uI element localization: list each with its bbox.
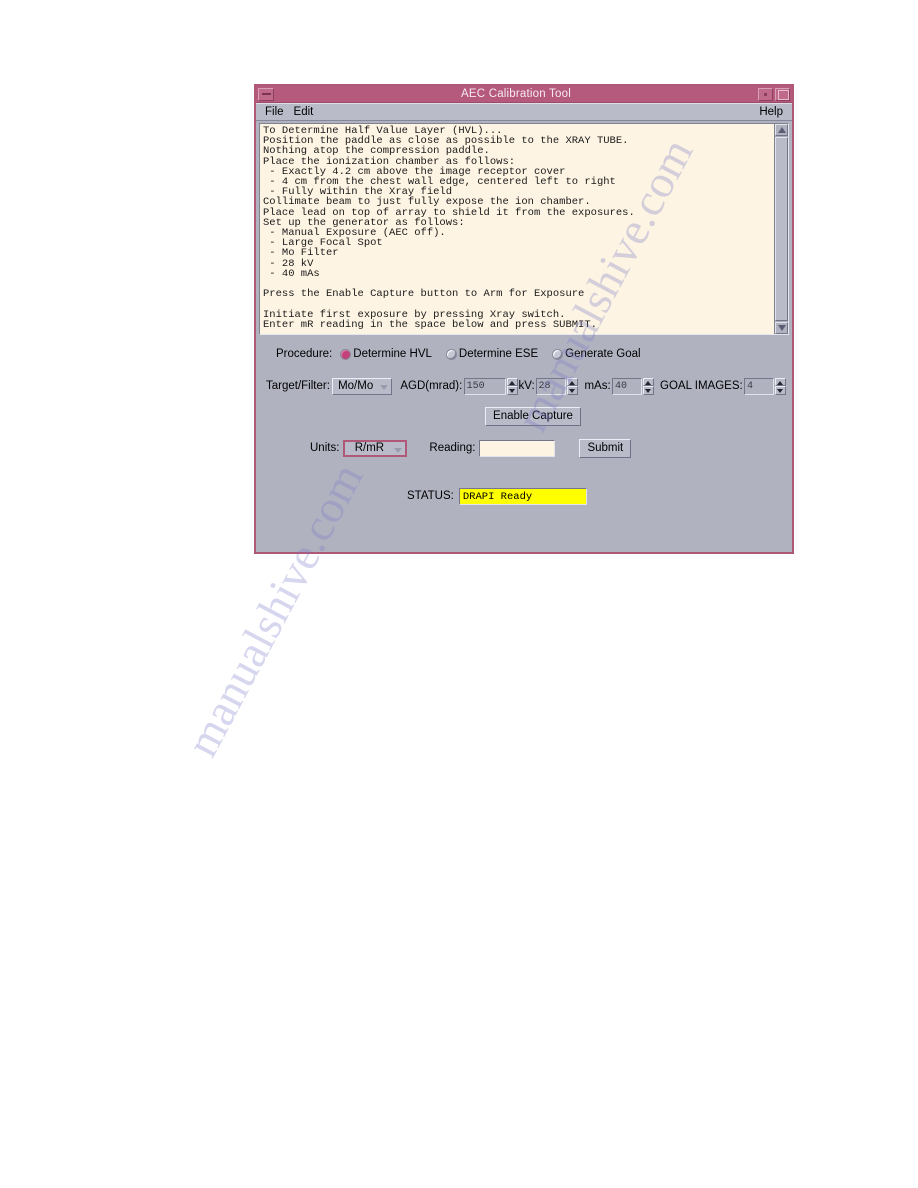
radio-determine-ese[interactable]: Determine ESE	[445, 348, 539, 360]
radio-determine-hvl-label: Determine HVL	[353, 348, 432, 360]
units-dropdown[interactable]: R/mR	[343, 439, 408, 457]
minimize-glyph	[261, 93, 271, 95]
kv-input[interactable]: 28	[535, 377, 566, 395]
submit-button[interactable]: Submit	[579, 438, 632, 458]
procedure-row: Procedure: Determine HVL Determine ESE G…	[262, 341, 786, 367]
enable-capture-button[interactable]: Enable Capture	[485, 406, 581, 426]
agd-label: AGD(mrad):	[400, 380, 463, 392]
kv-stepper[interactable]: 28	[535, 377, 578, 395]
enable-capture-row: Enable Capture	[262, 403, 786, 429]
agd-stepper[interactable]: 150	[463, 377, 518, 395]
units-value: R/mR	[354, 442, 385, 454]
mas-input[interactable]: 40	[611, 377, 642, 395]
reading-label: Reading:	[429, 442, 476, 454]
window-title: AEC Calibration Tool	[461, 88, 571, 100]
goal-images-increment-icon[interactable]	[774, 377, 786, 386]
status-row: STATUS: DRAPI Ready	[262, 483, 786, 509]
agd-spin-buttons[interactable]	[506, 377, 518, 395]
mas-stepper[interactable]: 40	[611, 377, 654, 395]
scroll-up-arrow-icon[interactable]	[775, 124, 788, 136]
window-maximize-icon[interactable]	[775, 87, 790, 101]
mas-spin-buttons[interactable]	[642, 377, 654, 395]
goal-images-label: GOAL IMAGES:	[660, 380, 743, 392]
target-filter-label: Target/Filter:	[266, 380, 330, 392]
scroll-down-arrow-icon[interactable]	[775, 322, 788, 334]
menu-item-help[interactable]: Help	[754, 104, 788, 120]
menu-item-edit[interactable]: Edit	[289, 104, 319, 120]
mas-label: mAs:	[584, 380, 611, 392]
instructions-text[interactable]: To Determine Half Value Layer (HVL)... P…	[260, 124, 774, 334]
status-value: DRAPI Ready	[458, 487, 587, 505]
chevron-down-icon	[394, 447, 403, 453]
agd-increment-icon[interactable]	[506, 377, 518, 386]
goal-images-spin-buttons[interactable]	[774, 377, 786, 395]
radio-determine-ese-dot[interactable]	[445, 348, 457, 360]
goal-images-stepper[interactable]: 4	[743, 377, 786, 395]
instructions-panel: To Determine Half Value Layer (HVL)... P…	[259, 123, 789, 335]
window-restore-icon[interactable]	[758, 87, 773, 101]
goal-images-decrement-icon[interactable]	[774, 386, 786, 395]
menu-bar: File Edit Help	[256, 103, 792, 121]
procedure-label: Procedure:	[276, 348, 333, 360]
radio-generate-goal-label: Generate Goal	[565, 348, 641, 360]
menu-item-file[interactable]: File	[260, 104, 289, 120]
procedure-radio-group: Determine HVL Determine ESE Generate Goa…	[340, 348, 641, 360]
reading-input[interactable]	[479, 439, 556, 457]
chevron-down-icon	[379, 384, 388, 390]
title-bar: AEC Calibration Tool	[256, 86, 792, 103]
kv-decrement-icon[interactable]	[566, 386, 578, 395]
title-bar-buttons	[758, 87, 790, 101]
mas-decrement-icon[interactable]	[642, 386, 654, 395]
radio-generate-goal[interactable]: Generate Goal	[552, 348, 641, 360]
radio-generate-goal-dot[interactable]	[552, 348, 564, 360]
goal-images-input[interactable]: 4	[743, 377, 774, 395]
radio-determine-hvl[interactable]: Determine HVL	[340, 348, 432, 360]
window-minimize-icon[interactable]	[258, 87, 274, 101]
kv-label: kV:	[518, 380, 535, 392]
aec-calibration-window: AEC Calibration Tool File Edit Help To D…	[254, 84, 794, 554]
target-filter-dropdown[interactable]: Mo/Mo	[331, 377, 392, 395]
scrollbar-thumb[interactable]	[775, 137, 788, 321]
agd-input[interactable]: 150	[463, 377, 506, 395]
instructions-scrollbar[interactable]	[774, 124, 788, 334]
units-label: Units:	[310, 442, 340, 454]
parameters-row: Target/Filter: Mo/Mo AGD(mrad): 150 kV: …	[262, 373, 786, 399]
radio-determine-hvl-dot[interactable]	[340, 348, 352, 360]
agd-decrement-icon[interactable]	[506, 386, 518, 395]
status-label: STATUS:	[407, 490, 454, 502]
reading-row: Units: R/mR Reading: Submit	[262, 435, 786, 461]
target-filter-value: Mo/Mo	[338, 380, 374, 392]
radio-determine-ese-label: Determine ESE	[458, 348, 539, 360]
kv-increment-icon[interactable]	[566, 377, 578, 386]
kv-spin-buttons[interactable]	[566, 377, 578, 395]
form-area: Procedure: Determine HVL Determine ESE G…	[256, 341, 792, 509]
mas-increment-icon[interactable]	[642, 377, 654, 386]
